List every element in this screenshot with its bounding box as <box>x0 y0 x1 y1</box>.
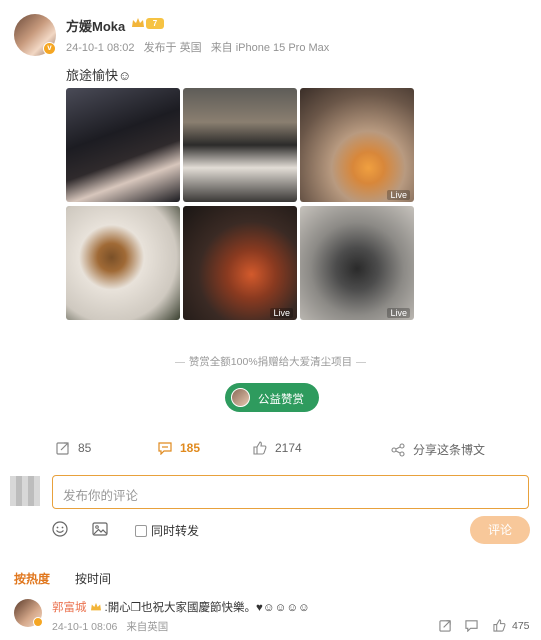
comment-body: 郭富城 :開心❒也祝大家國慶節快樂。♥☺☺☺☺ <box>52 599 310 615</box>
repost-icon <box>56 442 69 455</box>
photo-6[interactable]: Live <box>300 206 414 320</box>
like-button[interactable]: 2174 <box>253 441 302 455</box>
member-level-badge: 7 <box>146 18 164 29</box>
repost-checkbox[interactable] <box>135 524 147 537</box>
photo-3[interactable]: Live <box>300 88 414 202</box>
sort-by-hot-tab[interactable]: 按热度 <box>14 570 50 587</box>
image-icon[interactable] <box>92 521 108 537</box>
comment-source: 来自英国 <box>126 621 169 633</box>
post-meta: 24-10-1 08:02 发布于 英国 来自 iPhone 15 Pro Ma… <box>66 39 335 55</box>
live-badge: Live <box>387 308 410 318</box>
charity-avatar <box>231 388 250 407</box>
comment-icon <box>158 442 172 455</box>
charity-button-label: 公益赞赏 <box>258 394 304 406</box>
like-count: 2174 <box>275 441 302 455</box>
thumbs-up-icon <box>253 441 267 455</box>
comment-icon[interactable] <box>465 619 478 632</box>
divider <box>356 361 367 363</box>
repost-count: 85 <box>78 441 92 455</box>
share-label: 分享这条博文 <box>413 443 486 457</box>
crown-icon <box>132 18 144 27</box>
post-location: 发布于 英国 <box>143 42 202 54</box>
emoji-icon[interactable] <box>52 521 68 537</box>
comment-author-name[interactable]: 郭富城 <box>52 602 87 614</box>
comment-count: 185 <box>180 441 201 455</box>
my-avatar <box>10 476 40 506</box>
crown-icon <box>90 602 101 611</box>
comment-input[interactable]: 发布你的评论 <box>52 475 529 509</box>
thumbs-up-icon[interactable] <box>493 619 506 632</box>
verified-badge-icon <box>33 617 43 627</box>
photo-4[interactable] <box>66 206 180 320</box>
photo-grid: Live Live Live <box>66 88 414 320</box>
repost-button[interactable]: 85 <box>56 441 91 455</box>
photo-1[interactable] <box>66 88 180 202</box>
comment-meta: 24-10-1 08:06 来自英国 <box>52 619 174 634</box>
post-text: 旅途愉快☺ <box>66 68 132 83</box>
share-icon <box>391 442 405 457</box>
photo-5[interactable]: Live <box>183 206 297 320</box>
verified-badge-icon: v <box>43 42 56 55</box>
post-device: 来自 iPhone 15 Pro Max <box>210 42 330 54</box>
share-button[interactable]: 分享这条博文 <box>391 441 485 458</box>
comment-like-count: 475 <box>512 620 530 632</box>
comment-text: :開心❒也祝大家國慶節快樂。♥☺☺☺☺ <box>104 602 310 614</box>
live-badge: Live <box>270 308 293 318</box>
sort-by-time-tab[interactable]: 按时间 <box>75 570 111 587</box>
repost-icon[interactable] <box>439 619 452 632</box>
charity-banner-text: 赞赏全额100%捐赠给大爱清尘项目 <box>188 356 353 368</box>
repost-checkbox-row[interactable]: 同时转发 <box>135 522 199 539</box>
submit-comment-button[interactable]: 评论 <box>470 516 530 544</box>
photo-2[interactable] <box>183 88 297 202</box>
author-username[interactable]: 方媛Moka <box>66 16 125 35</box>
divider <box>174 361 185 363</box>
charity-banner: 赞赏全额100%捐赠给大爱清尘项目 <box>0 354 541 369</box>
post-date: 24-10-1 08:02 <box>66 42 135 54</box>
charity-reward-button[interactable]: 公益赞赏 <box>225 383 319 412</box>
comment-button[interactable]: 185 <box>158 441 200 455</box>
comment-date: 24-10-1 08:06 <box>52 621 118 633</box>
live-badge: Live <box>387 190 410 200</box>
action-bar: 85 185 2174 分享这条博文 <box>0 436 541 464</box>
repost-checkbox-label: 同时转发 <box>151 524 200 538</box>
